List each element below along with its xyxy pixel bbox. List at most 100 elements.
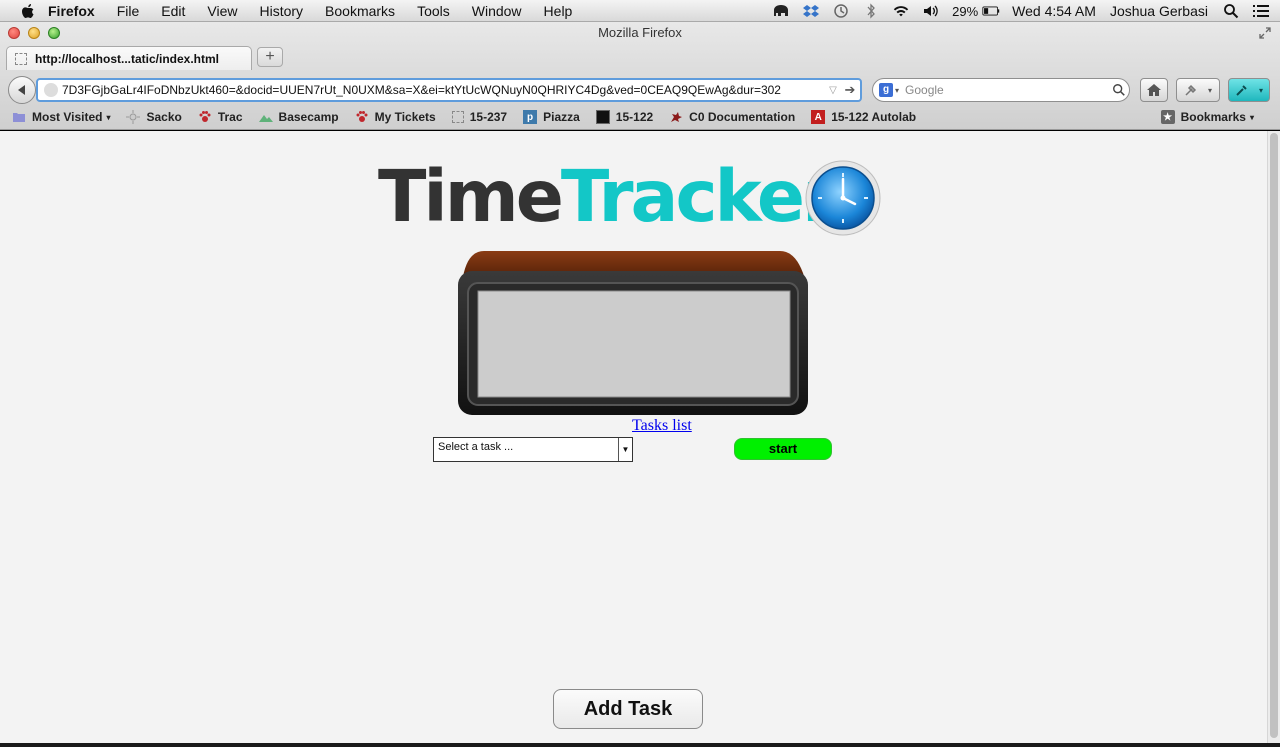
browser-chrome: Mozilla Firefox http://localhost...tatic… [0,22,1280,130]
back-button[interactable] [8,76,36,104]
menu-edit[interactable]: Edit [161,3,185,19]
dragon-icon [669,110,683,124]
addon-dropdown-icon[interactable]: ▾ [1208,86,1212,95]
time-tracker-logo: Time Tracker [378,154,837,238]
menu-firefox[interactable]: Firefox [48,3,95,19]
search-box[interactable]: g ▾ Google [872,78,1130,102]
battery-icon[interactable] [982,3,1000,19]
logo-tracker-text: Tracker [560,154,837,238]
menu-window[interactable]: Window [472,3,522,19]
paw-icon [198,110,212,124]
select-arrow-icon[interactable]: ▼ [618,438,632,461]
url-history-dropdown-icon[interactable]: ▽ [826,85,840,96]
bookmark-trac[interactable]: Trac [198,110,243,124]
blank-page-icon [451,111,464,123]
dropbox-icon[interactable] [802,3,820,19]
menubar-clock[interactable]: Wed 4:54 AM [1012,3,1096,19]
menu-tools[interactable]: Tools [417,3,450,19]
home-icon [1147,84,1161,96]
battery-percent: 29% [952,3,979,19]
start-button[interactable]: start [734,438,832,460]
bluetooth-icon[interactable] [862,3,880,19]
home-button[interactable] [1140,78,1168,102]
bookmarks-menu-label: Bookmarks [1180,110,1246,124]
bookmark-label: C0 Documentation [689,110,796,124]
url-bar[interactable]: 7D3FGjbGaLr4IFoDNbzUkt460=&docid=UUEN7rU… [36,78,862,102]
menu-bar: Firefox File Edit View History Bookmarks… [0,0,1280,22]
bookmark-15-122-autolab[interactable]: A 15-122 Autolab [811,110,916,124]
bookmark-15-122[interactable]: 15-122 [595,110,654,124]
black-square-icon [595,110,610,124]
tab-title: http://localhost...tatic/index.html [35,51,220,66]
user-name[interactable]: Joshua Gerbasi [1110,3,1208,19]
fullscreen-icon[interactable] [1258,26,1272,40]
bookmark-piazza[interactable]: p Piazza [523,110,580,124]
task-select-value: Select a task ... [438,441,514,453]
bookmark-15-237[interactable]: 15-237 [451,110,508,124]
chevron-down-icon: ▾ [1249,112,1254,122]
blank-page-icon [15,52,27,65]
bookmark-label: 15-122 Autolab [831,110,917,124]
eyedropper-icon [1236,85,1247,96]
bookmark-sacko[interactable]: Sacko [126,110,182,124]
engine-dropdown-icon[interactable]: ▾ [895,86,899,95]
google-engine-icon[interactable]: g [879,83,893,97]
bookmark-label: Piazza [543,110,580,124]
window-bottom-edge [0,743,1280,747]
addon-icon [1185,84,1197,96]
bookmark-most-visited[interactable]: Most Visited ▾ [12,110,110,124]
menu-help[interactable]: Help [544,3,573,19]
tasks-list-link[interactable]: Tasks list [632,417,692,435]
bookmark-label: 15-122 [615,110,654,124]
add-task-button[interactable]: Add Task [553,689,703,729]
bookmarks-toolbar: Most Visited ▾ Sacko Trac Basecamp My Ti… [0,106,1280,128]
navigation-toolbar: 7D3FGjbGaLr4IFoDNbzUkt460=&docid=UUEN7rU… [0,72,1280,106]
bookmark-label: 15-237 [469,110,508,124]
bookmark-label: Basecamp [278,110,339,124]
task-select[interactable]: Select a task ... ▼ [433,437,633,462]
autolab-icon: A [811,110,826,124]
colorzilla-button[interactable]: ▾ [1228,78,1270,102]
go-arrow-icon[interactable]: ➔ [840,82,860,98]
volume-icon[interactable] [922,3,940,19]
url-text[interactable]: 7D3FGjbGaLr4IFoDNbzUkt460=&docid=UUEN7rU… [62,83,826,97]
bookmarks-menu-button[interactable]: ★ Bookmarks ▾ [1160,106,1254,128]
back-arrow-icon [18,85,25,95]
colorzilla-dropdown-icon[interactable]: ▾ [1259,86,1263,95]
bookmark-label: Sacko [146,110,182,124]
notification-center-icon[interactable] [1252,3,1270,19]
star-icon: ★ [1160,110,1175,124]
folder-icon [12,110,26,124]
menu-view[interactable]: View [207,3,237,19]
spotlight-search-icon[interactable] [1222,3,1240,19]
wifi-icon[interactable] [892,3,910,19]
site-identity-icon[interactable] [44,83,58,97]
search-icon[interactable] [1109,83,1129,97]
new-tab-button[interactable]: + [257,47,283,67]
menu-history[interactable]: History [259,3,303,19]
search-placeholder[interactable]: Google [905,83,1109,97]
bookmark-my-tickets[interactable]: My Tickets [355,110,436,124]
time-machine-icon[interactable] [832,3,850,19]
paw-icon [355,110,369,124]
mountain-icon [258,110,273,124]
evernote-elephant-icon[interactable] [772,3,790,19]
menu-file[interactable]: File [117,3,140,19]
chevron-down-icon: ▾ [106,112,111,122]
sun-icon [126,110,141,124]
apple-icon[interactable] [20,3,36,19]
page-content: Time Tracker Tasks list Select a task ..… [0,131,1267,743]
piazza-icon: p [523,110,538,124]
bookmark-basecamp[interactable]: Basecamp [258,110,339,124]
browser-tab[interactable]: http://localhost...tatic/index.html [6,46,252,70]
menu-bookmarks[interactable]: Bookmarks [325,3,395,19]
scrollbar-thumb[interactable] [1270,133,1278,738]
bookmark-label: Trac [217,110,243,124]
clock-display [458,251,808,415]
addon-toolbar-button[interactable]: ▾ [1176,78,1220,102]
bookmark-label: My Tickets [374,110,436,124]
bookmark-c0-documentation[interactable]: C0 Documentation [669,110,795,124]
window-title: Mozilla Firefox [598,25,682,40]
clock-icon [805,160,881,236]
bookmark-label: Most Visited [32,110,103,124]
